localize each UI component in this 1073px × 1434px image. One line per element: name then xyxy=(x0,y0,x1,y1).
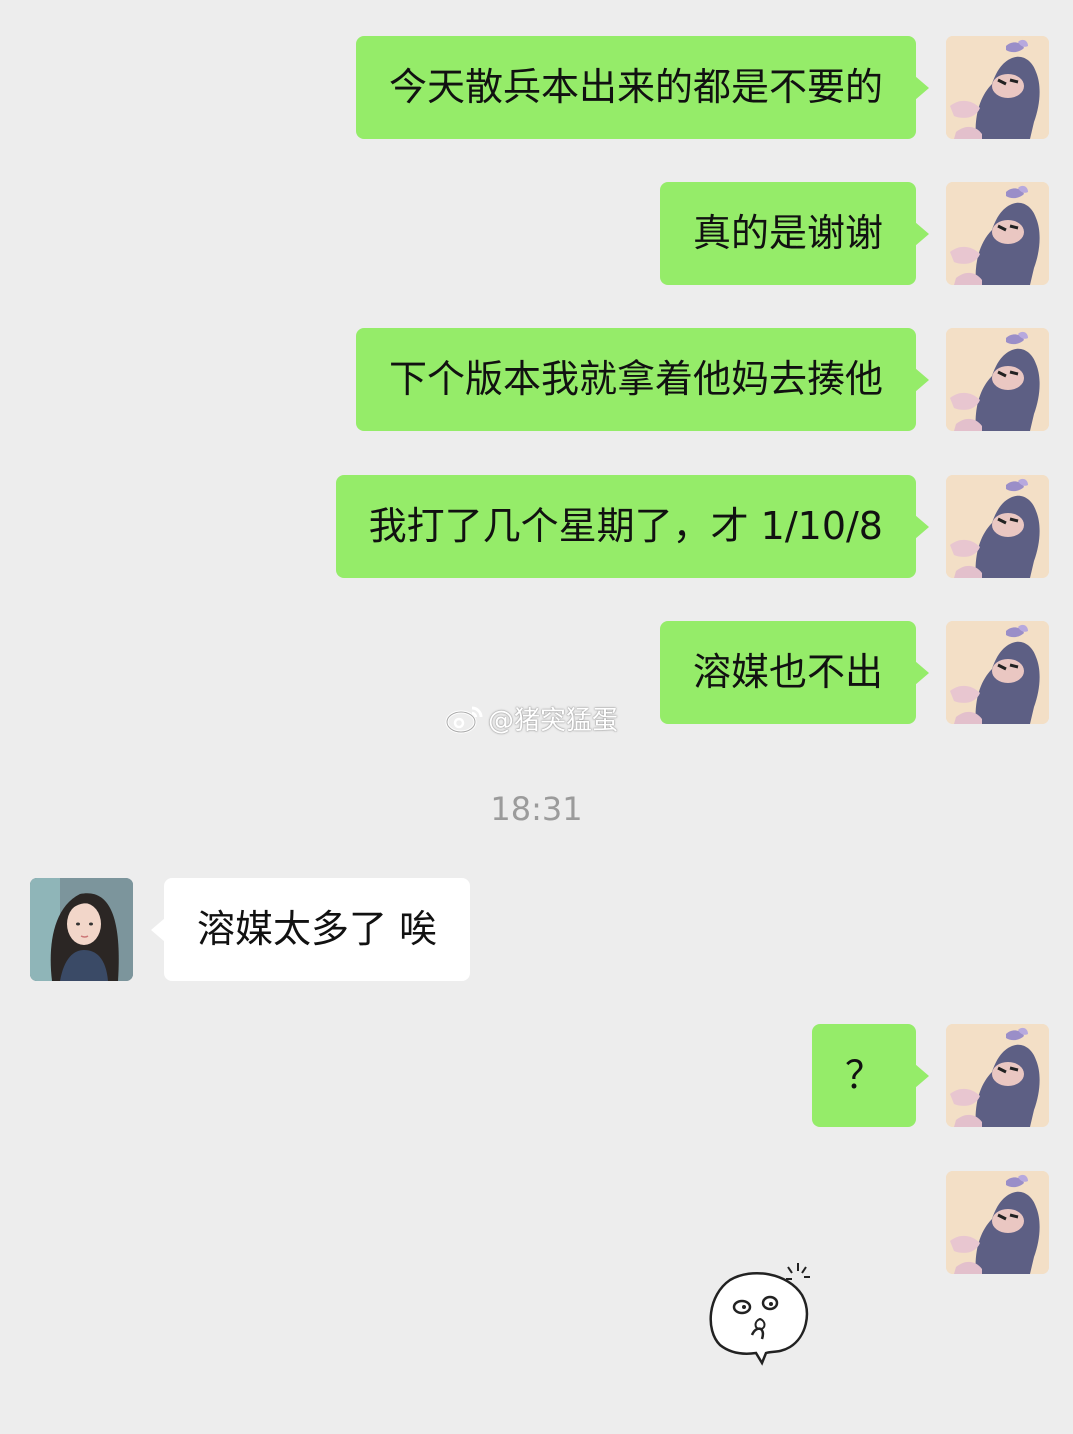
cartoon-cat-avatar-icon xyxy=(946,475,1049,578)
outgoing-message-bubble[interactable]: 溶媒也不出 xyxy=(659,621,930,724)
message-row xyxy=(0,1171,1073,1275)
cartoon-cat-avatar-icon xyxy=(946,1171,1049,1274)
girl-photo-avatar-icon xyxy=(30,878,133,981)
message-row: 下个版本我就拿着他妈去揍他 xyxy=(0,328,1073,432)
my-avatar[interactable] xyxy=(946,621,1049,724)
message-timestamp: 18:31 xyxy=(490,790,583,828)
outgoing-message-bubble[interactable]: ？ xyxy=(811,1024,930,1127)
message-row: 溶媒太多了 唉 xyxy=(0,878,1073,982)
outgoing-message-bubble[interactable]: 真的是谢谢 xyxy=(659,182,930,285)
weibo-logo-icon xyxy=(445,706,483,734)
watermark-text: @猪突猛蛋 xyxy=(488,705,619,736)
watermark: @猪突猛蛋 xyxy=(444,700,618,736)
cartoon-cat-avatar-icon xyxy=(946,621,1049,724)
my-avatar[interactable] xyxy=(946,475,1049,578)
contact-avatar[interactable] xyxy=(30,878,133,981)
my-avatar[interactable] xyxy=(946,1171,1049,1274)
incoming-message-bubble[interactable]: 溶媒太多了 唉 xyxy=(150,878,471,981)
my-avatar[interactable] xyxy=(946,182,1049,285)
message-row: 真的是谢谢 xyxy=(0,182,1073,286)
message-row: ？ xyxy=(0,1024,1073,1128)
cartoon-cat-avatar-icon xyxy=(946,328,1049,431)
cartoon-cat-avatar-icon xyxy=(946,36,1049,139)
cartoon-cat-avatar-icon xyxy=(946,182,1049,285)
outgoing-message-bubble[interactable]: 下个版本我就拿着他妈去揍他 xyxy=(355,328,930,431)
my-avatar[interactable] xyxy=(946,36,1049,139)
outgoing-message-bubble[interactable]: 我打了几个星期了，才 1/10/8 xyxy=(335,475,930,578)
doodle-face-sticker-icon xyxy=(709,1263,810,1366)
outgoing-message-bubble[interactable]: 今天散兵本出来的都是不要的 xyxy=(355,36,930,139)
message-row: 今天散兵本出来的都是不要的 xyxy=(0,36,1073,140)
my-avatar[interactable] xyxy=(946,328,1049,431)
cartoon-cat-avatar-icon xyxy=(946,1024,1049,1127)
chat-window: 今天散兵本出来的都是不要的 真的是谢谢 下个版本我就拿着他妈去揍他 我打了几个星… xyxy=(0,0,1073,1434)
my-avatar[interactable] xyxy=(946,1024,1049,1127)
message-row: 我打了几个星期了，才 1/10/8 xyxy=(0,475,1073,579)
sticker-message[interactable] xyxy=(700,1255,820,1370)
